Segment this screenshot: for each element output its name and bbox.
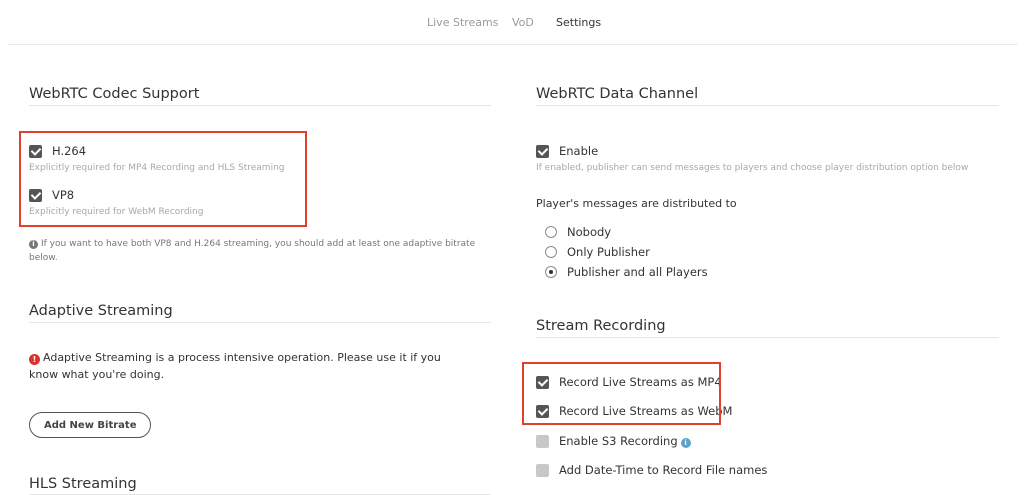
tab-vod[interactable]: VoD [512,16,534,29]
radio-only-publisher[interactable]: Only Publisher [545,245,650,259]
info-icon[interactable]: i [680,438,691,448]
data-channel-enable-row[interactable]: Enable [536,144,598,158]
recording-section-rule [536,337,999,338]
record-mp4-row[interactable]: Record Live Streams as MP4 [536,375,722,389]
radio-publisher-and-players[interactable]: Publisher and all Players [545,265,708,279]
top-nav: Live Streams VoD Settings [0,0,1024,46]
record-webm-label: Record Live Streams as WebM [559,404,733,418]
radio-only-publisher-label: Only Publisher [567,245,650,259]
vp8-checkbox[interactable] [29,188,42,202]
record-webm-row[interactable]: Record Live Streams as WebM [536,404,732,418]
datetime-filename-row[interactable]: Add Date-Time to Record File names [536,463,767,477]
adaptive-section-rule [29,322,491,323]
radio-publisher-and-players-circle[interactable] [545,266,557,278]
h264-checkbox[interactable] [29,144,42,158]
radio-publisher-and-players-label: Publisher and all Players [567,265,708,279]
tab-live-streams[interactable]: Live Streams [427,16,499,29]
recording-section-title: Stream Recording [536,318,666,334]
data-channel-enable-help: If enabled, publisher can send messages … [536,163,969,173]
adaptive-section-title: Adaptive Streaming [29,303,173,319]
tab-settings[interactable]: Settings [556,16,601,29]
s3-recording-row[interactable]: Enable S3 Recording i [536,434,691,448]
codec-note-line2: below. [29,253,58,263]
codec-section-rule [29,105,491,106]
datetime-filename-label: Add Date-Time to Record File names [559,463,768,477]
hls-section-title: HLS Streaming [29,476,137,492]
vp8-checkbox-row[interactable]: VP8 [29,188,74,202]
warning-icon: ! [29,354,40,365]
adaptive-warning-line1: Adaptive Streaming is a process intensiv… [43,351,441,364]
vp8-help: Explicitly required for WebM Recording [29,207,204,217]
codec-note-line1: If you want to have both VP8 and H.264 s… [41,239,476,249]
record-mp4-checkbox[interactable] [536,375,549,389]
h264-help: Explicitly required for MP4 Recording an… [29,163,285,173]
codec-section-title: WebRTC Codec Support [29,86,200,102]
nav-divider [8,44,1018,45]
adaptive-warning-line2: know what you're doing. [29,368,165,381]
data-channel-section-title: WebRTC Data Channel [536,86,699,102]
h264-checkbox-row[interactable]: H.264 [29,144,86,158]
adaptive-warning: ! Adaptive Streaming is a process intensi… [29,349,449,383]
s3-recording-label: Enable S3 Recording [559,434,678,448]
add-new-bitrate-button[interactable]: Add New Bitrate [29,412,152,438]
record-webm-checkbox[interactable] [536,404,549,418]
radio-nobody[interactable]: Nobody [545,225,611,239]
radio-nobody-label: Nobody [567,225,612,239]
settings-page: Live Streams VoD Settings WebRTC Codec S… [0,0,1024,495]
radio-only-publisher-circle[interactable] [545,246,557,258]
data-channel-enable-label: Enable [559,144,599,158]
info-icon: i [29,240,38,249]
radio-nobody-circle[interactable] [545,226,557,238]
record-mp4-label: Record Live Streams as MP4 [559,375,722,389]
s3-recording-checkbox[interactable] [536,434,549,448]
vp8-label: VP8 [52,188,75,202]
h264-label: H.264 [52,144,87,158]
data-channel-enable-checkbox[interactable] [536,144,549,158]
datetime-filename-checkbox[interactable] [536,463,549,477]
distribution-label: Player's messages are distributed to [536,197,737,210]
codec-note: i If you want to have both VP8 and H.264 … [29,237,489,265]
s3-recording-label-wrap: Enable S3 Recording i [559,434,691,448]
data-channel-section-rule [536,105,999,106]
